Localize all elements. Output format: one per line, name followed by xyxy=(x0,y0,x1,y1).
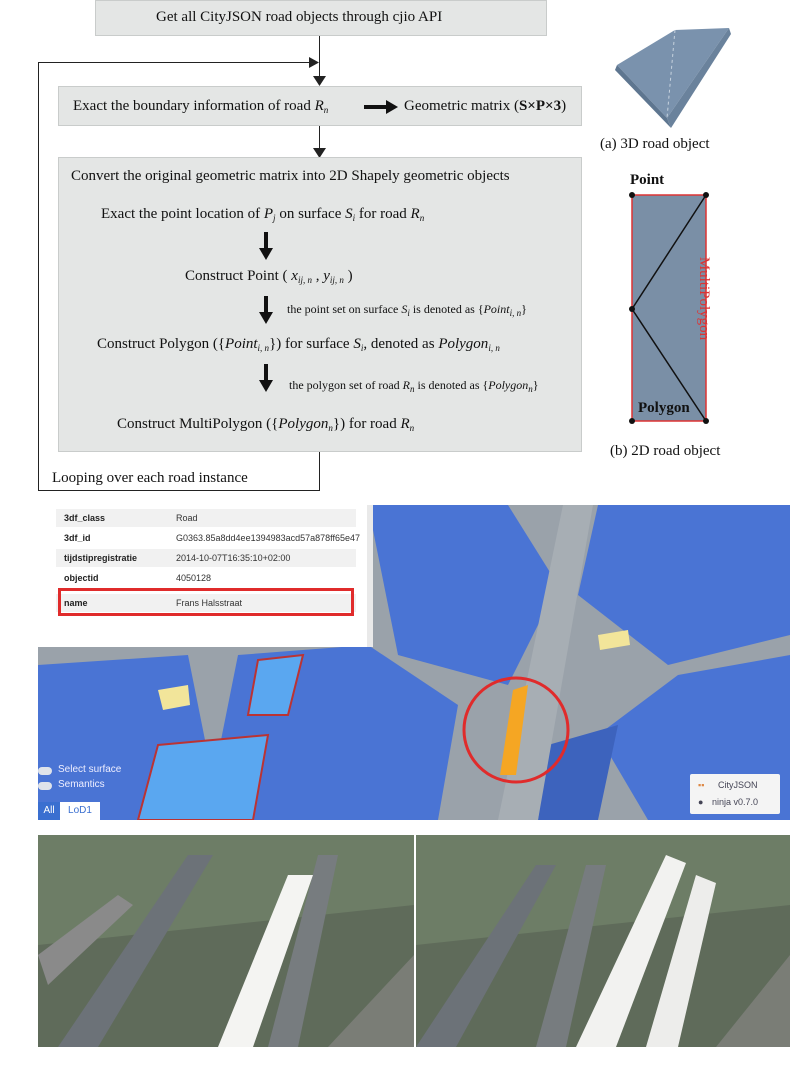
select-surface-label: Select surface xyxy=(58,764,122,775)
attribute-panel: 3df_class Road 3df_id G0363.85a8dd4ee139… xyxy=(38,505,373,647)
viewer-toggles: Select surface Semantics xyxy=(38,763,148,793)
step-boundary-box: Exact the boundary information of road R… xyxy=(58,86,582,126)
lod1-button[interactable]: LoD1 xyxy=(60,802,100,820)
attr-row: tijdstipregistratie 2014-10-07T16:35:10+… xyxy=(56,549,356,567)
cityjson-brand[interactable]: ▪▪ CityJSON ● ninja v0.7.0 xyxy=(690,774,780,814)
attr-row: 3df_id G0363.85a8dd4ee1394983acd57a878ff… xyxy=(56,529,360,547)
semantics-toggle[interactable] xyxy=(38,782,52,790)
cityjson-viewer[interactable]: 3df_class Road 3df_id G0363.85a8dd4ee139… xyxy=(38,505,790,820)
loop-label: Looping over each road instance xyxy=(52,470,248,486)
aerial-photo-right xyxy=(416,835,790,1047)
right-arrow-icon xyxy=(364,100,398,114)
github-icon: ● xyxy=(698,797,704,807)
down-arrow-icon-1 xyxy=(259,232,273,260)
geometric-matrix-text: Geometric matrix (S×P×3) xyxy=(404,98,567,114)
semantics-label: Semantics xyxy=(58,779,105,790)
loop-line-left xyxy=(38,62,39,491)
attr-value: 2014-10-07T16:35:10+02:00 xyxy=(176,553,291,563)
step-cjio-box: Get all CityJSON road objects through cj… xyxy=(95,0,547,36)
loop-line-bottom xyxy=(38,490,320,491)
aerial-scene-left xyxy=(38,835,414,1047)
aerial-photo-left xyxy=(38,835,414,1047)
step-boundary-text: Exact the boundary information of road R… xyxy=(73,98,329,115)
down-arrow-icon-3 xyxy=(259,364,273,392)
caption-b: (b) 2D road object xyxy=(610,443,721,459)
polygon-label: Polygon xyxy=(638,400,690,416)
polygon-set-note: the polygon set of road Rn is denoted as… xyxy=(289,378,539,394)
road-2d-diagram xyxy=(629,192,709,424)
brand-name: CityJSON xyxy=(718,780,758,790)
select-surface-toggle[interactable] xyxy=(38,767,52,775)
arrowhead-1 xyxy=(313,76,326,86)
point-set-note: the point set on surface Si is denoted a… xyxy=(287,302,527,318)
attr-value: G0363.85a8dd4ee1394983acd57a878ff65e47 xyxy=(176,533,361,543)
cityjson-logo-icon: ▪▪ xyxy=(698,780,705,790)
step-convert-box: Convert the original geometric matrix in… xyxy=(58,157,582,452)
attr-value: Road xyxy=(176,513,198,523)
down-arrow-icon-2 xyxy=(259,296,273,324)
attr-key: tijdstipregistratie xyxy=(64,553,138,563)
loop-arrowhead xyxy=(309,57,319,68)
road-3d-icon xyxy=(615,28,731,128)
attr-value: 4050128 xyxy=(176,573,212,583)
construct-polygon-text: Construct Polygon ({Pointi, n}) for surf… xyxy=(97,336,500,353)
attr-key: objectid xyxy=(64,573,99,583)
loop-line-top xyxy=(38,62,316,63)
caption-a: (a) 3D road object xyxy=(600,136,710,152)
convert-title: Convert the original geometric matrix in… xyxy=(71,168,510,184)
multipolygon-label: MultiPolygon xyxy=(696,256,713,341)
all-button[interactable]: All xyxy=(38,802,60,820)
attribute-scrollbar[interactable] xyxy=(367,505,373,647)
construct-point-text: Construct Point ( xij, n , yij, n ) xyxy=(185,268,353,285)
brand-version: ninja v0.7.0 xyxy=(712,797,759,807)
attr-key: 3df_id xyxy=(64,533,91,543)
attr-row: objectid 4050128 xyxy=(56,569,356,587)
attr-row: 3df_class Road xyxy=(56,509,356,527)
construct-multipolygon-text: Construct MultiPolygon ({Polygonn}) for … xyxy=(117,416,415,433)
step-cjio-text: Get all CityJSON road objects through cj… xyxy=(156,9,443,25)
loop-line-down xyxy=(319,452,320,491)
aerial-scene-right xyxy=(416,835,790,1047)
name-highlight-box xyxy=(58,588,354,616)
attr-key: 3df_class xyxy=(64,513,106,523)
extract-point-text: Exact the point location of Pj on surfac… xyxy=(101,206,425,223)
